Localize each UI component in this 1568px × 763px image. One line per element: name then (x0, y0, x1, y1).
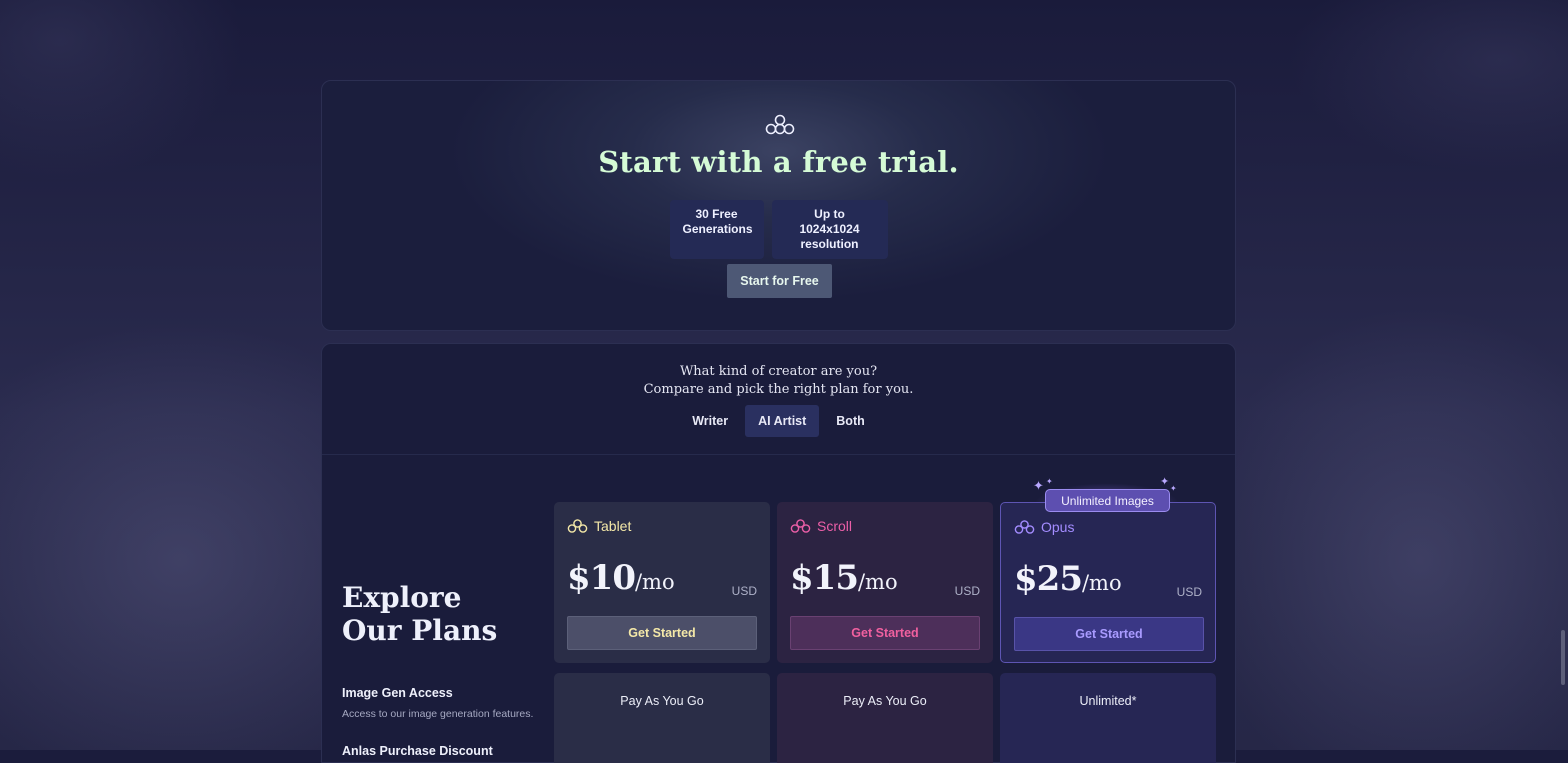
currency-label: USD (731, 584, 757, 598)
plan-price: $25/mo (1014, 559, 1122, 599)
feature-title: Image Gen Access (342, 686, 453, 700)
plan-name-label: Tablet (594, 518, 632, 534)
creator-tabs: Writer AI Artist Both (322, 405, 1235, 437)
plans-heading: Explore Our Plans (342, 581, 497, 647)
plan-price: $10/mo (567, 558, 675, 598)
price-period: /mo (857, 570, 898, 594)
badge-line: 30 Free (695, 207, 738, 221)
plan-name: Opus (1014, 519, 1074, 535)
question-line: What kind of creator are you? (679, 364, 878, 379)
plan-price: $15/mo (790, 558, 898, 598)
question-line: Compare and pick the right plan for you. (643, 382, 914, 397)
plans-panel: What kind of creator are you? Compare an… (321, 343, 1236, 763)
price-amount: $10 (567, 558, 636, 598)
scrollbar-thumb[interactable] (1561, 630, 1565, 685)
start-for-free-button[interactable]: Start for Free (727, 264, 832, 298)
tab-both[interactable]: Both (823, 405, 877, 437)
divider (322, 454, 1235, 455)
heading-line: Our Plans (342, 614, 498, 647)
scroll-tier-icon (790, 519, 811, 533)
trial-features: 30 Free Generations Up to 1024x1024 reso… (322, 200, 1235, 259)
free-trial-panel: Start with a free trial. 30 Free Generat… (321, 80, 1236, 331)
sparkle-icon: ✦ (1170, 484, 1177, 493)
sparkle-icon: ✦ (1160, 476, 1170, 488)
price-amount: $15 (790, 558, 859, 598)
badge-line: Generations (682, 222, 753, 236)
plan-name-label: Scroll (817, 518, 853, 534)
currency-label: USD (954, 584, 980, 598)
price-period: /mo (634, 570, 675, 594)
plan-name: Tablet (567, 518, 631, 534)
sparkle-icon: ✦ (1046, 477, 1053, 486)
get-started-button-opus[interactable]: Get Started (1014, 617, 1204, 651)
plan-name: Scroll (790, 518, 852, 534)
plan-card-tablet: Tablet $10/mo USD Get Started (554, 502, 770, 663)
feature-description: Access to our image generation features. (342, 708, 534, 720)
tab-writer[interactable]: Writer (679, 405, 741, 437)
get-started-button-tablet[interactable]: Get Started (567, 616, 757, 650)
tablet-tier-icon (567, 519, 588, 533)
tab-ai-artist[interactable]: AI Artist (745, 405, 820, 437)
opus-tier-icon (1014, 520, 1035, 534)
feature-title-next: Anlas Purchase Discount (342, 744, 493, 758)
sparkle-icon: ✦ (1033, 478, 1044, 493)
currency-label: USD (1176, 585, 1202, 599)
feature-badge-resolution: Up to 1024x1024 resolution (771, 200, 888, 259)
badge-line: Up to 1024x1024 (799, 207, 860, 236)
plan-card-opus: Opus $25/mo USD Get Started (1000, 502, 1216, 663)
price-period: /mo (1081, 571, 1122, 595)
get-started-button-scroll[interactable]: Get Started (790, 616, 980, 650)
unlimited-images-badge: Unlimited Images (1045, 489, 1170, 512)
badge-line: resolution (800, 237, 859, 251)
plan-card-scroll: Scroll $15/mo USD Get Started (777, 502, 993, 663)
three-circles-logo-icon (765, 114, 795, 135)
price-amount: $25 (1014, 559, 1083, 599)
creator-question: What kind of creator are you? Compare an… (322, 363, 1235, 399)
heading-line: Explore (342, 581, 462, 614)
page-title: Start with a free trial. (598, 145, 959, 179)
feature-badge-generations: 30 Free Generations (669, 200, 764, 259)
plan-name-label: Opus (1041, 519, 1075, 535)
